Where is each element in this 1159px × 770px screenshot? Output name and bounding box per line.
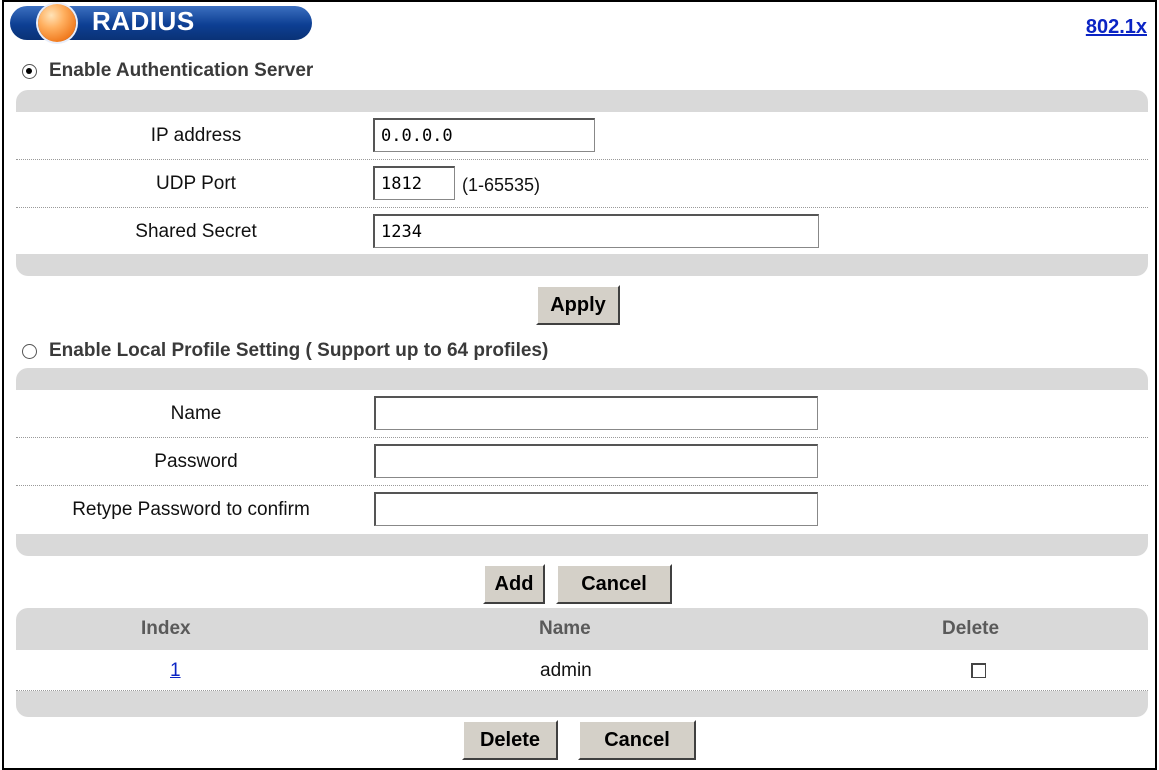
orb-icon [38,4,76,42]
shared-secret-row: Shared Secret [16,208,1148,254]
column-header-name: Name [539,618,591,639]
password-label: Password [154,451,238,472]
shared-secret-label: Shared Secret [135,221,257,242]
local-profile-radio[interactable] [22,343,37,359]
profile-name: admin [540,660,592,681]
apply-button[interactable]: Apply [536,285,620,325]
local-profile-radio-row[interactable]: Enable Local Profile Setting ( Support u… [22,340,548,362]
table-row: 1 admin [16,650,1148,691]
profiles-table-header: Index Name Delete [16,608,1148,650]
profile-index-link[interactable]: 1 [170,660,181,682]
retype-password-label: Retype Password to confirm [72,499,310,520]
ip-address-input[interactable] [373,118,595,152]
auth-server-radio-row[interactable]: Enable Authentication Server [22,60,313,82]
profiles-table-footer [16,691,1148,717]
add-button[interactable]: Add [483,564,545,604]
auth-server-radio[interactable] [22,63,37,79]
shared-secret-input[interactable] [373,214,819,248]
udp-port-input[interactable] [373,166,455,200]
password-row: Password [16,438,1148,486]
udp-port-row: UDP Port (1-65535) [16,160,1148,208]
udp-port-label: UDP Port [156,173,236,194]
retype-password-input[interactable] [374,492,818,526]
name-input[interactable] [374,396,818,430]
ip-address-label: IP address [150,125,242,146]
column-header-index: Index [141,618,191,639]
udp-port-hint: (1-65535) [462,175,541,195]
password-input[interactable] [374,444,818,478]
link-802-1x[interactable]: 802.1x [1086,16,1147,39]
local-profile-panel: Name Password Retype Password to confirm [16,368,1148,556]
radius-config-frame: RADIUS 802.1x Enable Authentication Serv… [2,0,1157,770]
auth-server-panel: IP address UDP Port (1-65535) Shared Sec… [16,90,1148,276]
column-header-delete: Delete [942,618,1000,639]
retype-password-row: Retype Password to confirm [16,486,1148,534]
name-label: Name [170,403,222,424]
cancel-add-button[interactable]: Cancel [556,564,672,604]
cancel-delete-button[interactable]: Cancel [578,720,696,760]
section-title-pill: RADIUS [10,4,312,42]
name-row: Name [16,390,1148,438]
local-profile-radio-label: Enable Local Profile Setting ( Support u… [49,340,549,361]
ip-address-row: IP address [16,112,1148,160]
page-title: RADIUS [92,6,195,36]
delete-button[interactable]: Delete [462,720,558,760]
delete-checkbox[interactable] [971,663,986,678]
auth-server-radio-label: Enable Authentication Server [49,60,314,81]
